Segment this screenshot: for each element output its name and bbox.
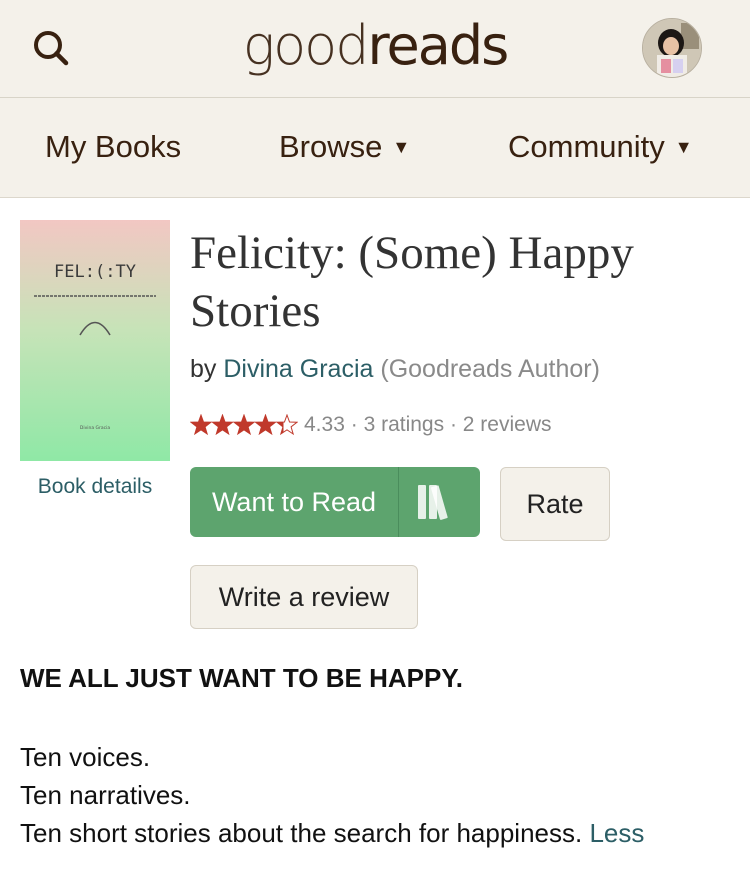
top-bar: goodreads: [0, 0, 750, 98]
want-to-read-button[interactable]: Want to Read: [190, 467, 480, 537]
description-headline: WE ALL JUST WANT TO BE HAPPY.: [20, 663, 464, 693]
rate-button[interactable]: Rate: [500, 467, 610, 541]
chevron-down-icon: ▼: [674, 137, 693, 157]
nav-browse[interactable]: Browse ▼: [279, 128, 410, 166]
user-avatar[interactable]: [642, 18, 702, 78]
star-icon: [254, 414, 277, 436]
write-review-button[interactable]: Write a review: [190, 565, 418, 629]
cover-title: FEL:(:TY: [54, 262, 136, 282]
nav-browse-label: Browse: [279, 129, 383, 164]
nav-community[interactable]: Community ▼: [508, 128, 693, 166]
rating-summary: 4.33 · 3 ratings · 2 reviews: [190, 413, 552, 437]
cover-author: Divina Gracia: [80, 425, 110, 431]
chevron-down-icon: ▼: [392, 137, 411, 157]
nav-community-label: Community: [508, 129, 665, 164]
goodreads-logo[interactable]: goodreads: [0, 14, 750, 78]
star-icon: [190, 414, 213, 436]
rating-stars-icon: [190, 414, 298, 436]
bookshelf-icon[interactable]: [399, 467, 480, 537]
logo-reads: reads: [367, 14, 510, 77]
separator: ·: [449, 413, 457, 436]
star-icon: [211, 414, 234, 436]
nav-bar: My Books Browse ▼ Community ▼: [0, 98, 750, 198]
rating-value: 4.33: [304, 413, 345, 436]
byline: by Divina Gracia (Goodreads Author): [190, 355, 600, 384]
description-line-last: Ten short stories about the search for h…: [20, 818, 644, 849]
star-icon: [275, 414, 298, 436]
author-link[interactable]: Divina Gracia: [223, 355, 373, 383]
star-icon: [232, 414, 256, 436]
less-link[interactable]: Less: [589, 818, 644, 848]
separator: ·: [350, 413, 358, 436]
description-line: Ten narratives.: [20, 780, 191, 810]
description-line: Ten short stories about the search for h…: [20, 818, 583, 848]
reviews-count[interactable]: 2 reviews: [463, 413, 552, 437]
description-line: Ten voices.: [20, 742, 151, 772]
nav-my-books[interactable]: My Books: [45, 128, 181, 166]
logo-good: good: [242, 14, 370, 77]
ratings-count[interactable]: 3 ratings: [364, 413, 445, 437]
book-title: Felicity: (Some) Happy Stories: [190, 227, 634, 337]
byline-by: by: [190, 355, 217, 383]
nav-my-books-label: My Books: [45, 129, 182, 164]
want-to-read-label: Want to Read: [211, 487, 377, 517]
book-cover[interactable]: FEL:(:TY Divina Gracia: [20, 220, 170, 461]
book-details-link[interactable]: Book details: [20, 475, 170, 499]
author-badge: (Goodreads Author): [380, 355, 600, 383]
